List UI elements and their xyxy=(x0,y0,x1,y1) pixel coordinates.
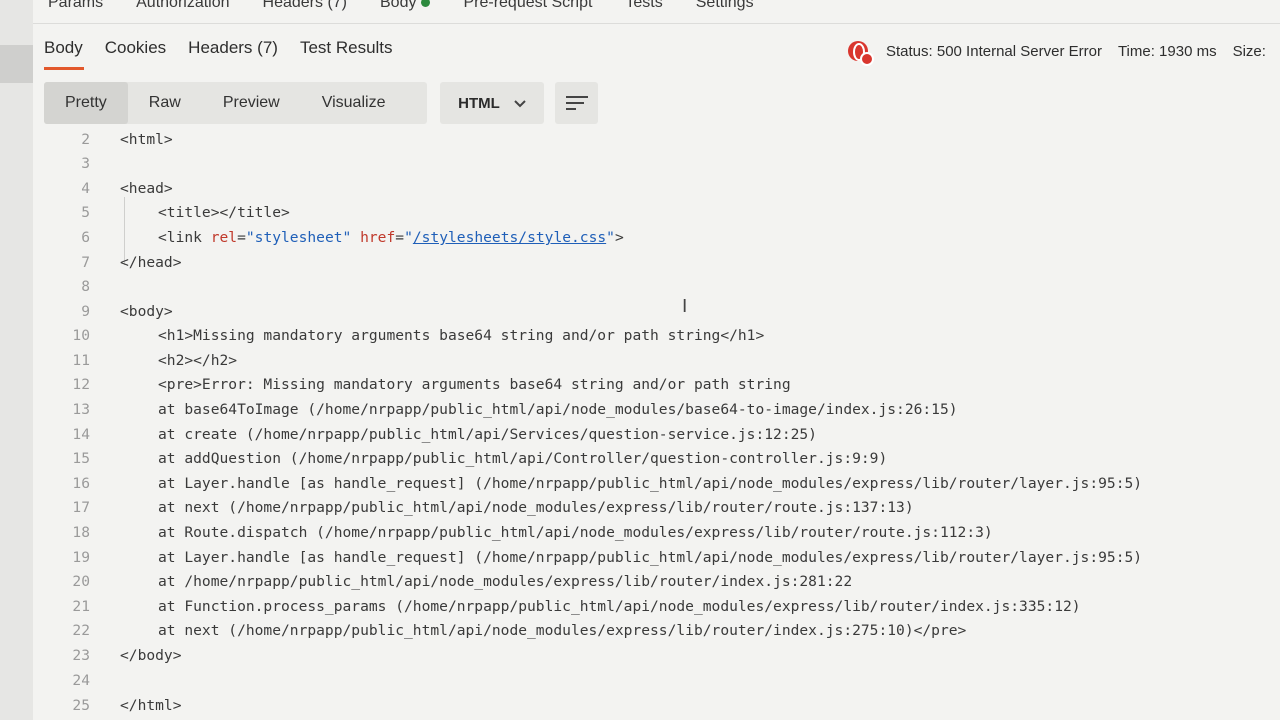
response-tabs: Body Cookies Headers (7) Test Results xyxy=(44,38,415,70)
line-number: 10 xyxy=(72,327,90,344)
attr-eq: = xyxy=(395,229,405,246)
quote: " xyxy=(606,229,615,246)
status-text[interactable]: Status: 500 Internal Server Error xyxy=(886,43,1102,60)
code-text: <h1>Missing mandatory arguments base64 s… xyxy=(158,327,765,344)
line-number: 19 xyxy=(72,549,90,566)
wrap-lines-button[interactable] xyxy=(555,82,598,124)
line-number: 20 xyxy=(72,573,90,590)
response-tab-cookies[interactable]: Cookies xyxy=(105,38,166,68)
tab-params[interactable]: Params xyxy=(48,0,103,12)
response-tab-body[interactable]: Body xyxy=(44,38,84,70)
time-text[interactable]: Time: 1930 ms xyxy=(1118,43,1217,60)
code-text: <head> xyxy=(120,180,173,197)
code-text: at next (/home/nrpapp/public_html/api/no… xyxy=(158,622,967,639)
line-number: 23 xyxy=(72,647,90,664)
tag-close: > xyxy=(614,229,624,246)
code-text: at base64ToImage (/home/nrpapp/public_ht… xyxy=(158,401,958,418)
line-number: 14 xyxy=(72,426,90,443)
quote: " xyxy=(404,229,413,246)
line-number: 11 xyxy=(72,352,90,369)
attr-href: href xyxy=(360,229,396,246)
response-body-code[interactable]: 2 <html> 3 4 <head> 5 <title></title> 6 … xyxy=(44,128,1280,720)
code-text: <pre>Error: Missing mandatory arguments … xyxy=(158,376,791,393)
line-number: 22 xyxy=(72,622,90,639)
left-sidebar-strip xyxy=(0,0,33,720)
line-number: 24 xyxy=(72,672,90,689)
line-number: 16 xyxy=(72,475,90,492)
stylesheet-link[interactable]: /stylesheets/style.css xyxy=(413,229,606,246)
line-number: 21 xyxy=(72,598,90,615)
code-text: at addQuestion (/home/nrpapp/public_html… xyxy=(158,450,888,467)
body-modified-dot xyxy=(421,0,431,8)
line-number: 8 xyxy=(81,278,90,295)
line-number: 9 xyxy=(81,303,90,320)
request-tabs: Params Authorization Headers (7) Body Pr… xyxy=(48,0,787,14)
line-number: 4 xyxy=(81,180,90,197)
code-text: at create (/home/nrpapp/public_html/api/… xyxy=(158,426,817,443)
line-number: 13 xyxy=(72,401,90,418)
line-number: 3 xyxy=(81,155,90,172)
attr-space xyxy=(351,229,360,246)
tab-settings[interactable]: Settings xyxy=(696,0,754,12)
code-text: at Layer.handle [as handle_request] (/ho… xyxy=(158,549,1143,566)
attr-rel: rel xyxy=(210,229,238,246)
line-number: 15 xyxy=(72,450,90,467)
wrap-lines-icon xyxy=(565,95,588,111)
response-status-bar: Status: 500 Internal Server Error Time: … xyxy=(848,41,1266,66)
view-raw-button[interactable]: Raw xyxy=(128,82,202,124)
tab-body[interactable]: Body xyxy=(380,0,431,12)
code-text: </body> xyxy=(120,647,182,664)
format-select-value: HTML xyxy=(458,94,500,112)
line-number: 2 xyxy=(81,131,90,148)
attr-rel-value: "stylesheet" xyxy=(245,229,352,246)
code-text: <link rel="stylesheet" href="/stylesheet… xyxy=(158,226,624,250)
line-number: 17 xyxy=(72,499,90,516)
tab-headers[interactable]: Headers (7) xyxy=(263,0,347,12)
tab-tests[interactable]: Tests xyxy=(625,0,662,12)
code-text: at next (/home/nrpapp/public_html/api/no… xyxy=(158,499,914,516)
tag-open: <link xyxy=(158,229,211,246)
code-text: at Function.process_params (/home/nrpapp… xyxy=(158,598,1081,615)
response-tab-test-results[interactable]: Test Results xyxy=(300,38,393,68)
code-text: at /home/nrpapp/public_html/api/node_mod… xyxy=(158,573,853,590)
chevron-down-icon xyxy=(514,95,526,112)
code-text: <html> xyxy=(120,131,173,148)
view-visualize-button[interactable]: Visualize xyxy=(301,82,407,124)
line-number: 25 xyxy=(72,697,90,714)
response-tab-headers[interactable]: Headers (7) xyxy=(188,38,278,68)
view-mode-group: Pretty Raw Preview Visualize xyxy=(44,82,427,124)
line-number: 18 xyxy=(72,524,90,541)
tab-divider xyxy=(33,23,1280,24)
tab-authorization[interactable]: Authorization xyxy=(136,0,229,12)
attr-eq: = xyxy=(237,229,246,246)
tab-pre-request-script[interactable]: Pre-request Script xyxy=(463,0,592,12)
code-text: <body> xyxy=(120,303,173,320)
view-preview-button[interactable]: Preview xyxy=(202,82,301,124)
format-select[interactable]: HTML xyxy=(440,82,544,124)
tab-body-label: Body xyxy=(380,0,417,11)
sidebar-highlight xyxy=(0,45,33,83)
line-number: 7 xyxy=(81,254,90,271)
line-number: 6 xyxy=(81,229,90,246)
line-number: 12 xyxy=(72,376,90,393)
text-cursor-icon: I xyxy=(682,296,688,317)
code-text: <h2></h2> xyxy=(158,352,238,369)
code-text: </html> xyxy=(120,697,182,714)
code-text: </head> xyxy=(120,254,182,271)
globe-error-icon[interactable] xyxy=(848,41,874,66)
code-text: at Route.dispatch (/home/nrpapp/public_h… xyxy=(158,524,993,541)
size-text[interactable]: Size: xyxy=(1233,43,1266,60)
line-number: 5 xyxy=(81,204,90,221)
view-pretty-button[interactable]: Pretty xyxy=(44,82,128,124)
code-text: at Layer.handle [as handle_request] (/ho… xyxy=(158,475,1143,492)
code-text: <title></title> xyxy=(158,204,290,221)
